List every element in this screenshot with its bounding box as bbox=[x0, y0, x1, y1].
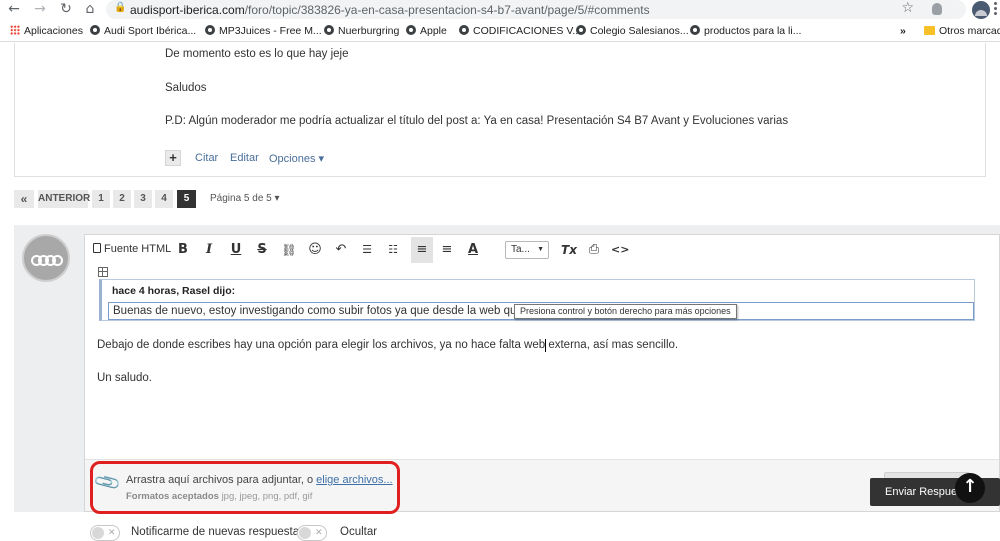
reply-editor: Fuente HTML B I U S ⛓ ☺ ↶ ☰ ☷ ≡ ≡ A Ta..… bbox=[84, 234, 1000, 514]
apps-grid-icon bbox=[10, 25, 20, 35]
strikethrough-button[interactable]: S bbox=[255, 242, 269, 258]
text-caret bbox=[545, 339, 546, 352]
italic-button[interactable]: I bbox=[202, 242, 216, 258]
bookmark-apps[interactable]: Aplicaciones bbox=[10, 24, 83, 38]
page-link[interactable]: 2 bbox=[113, 190, 131, 208]
address-bar[interactable]: 🔒 audisport-iberica.com/foro/topic/38382… bbox=[106, 0, 966, 19]
numbered-list-icon[interactable]: ☷ bbox=[385, 242, 401, 258]
font-size-select[interactable]: Ta... ▼ bbox=[505, 241, 549, 259]
bookmark-item[interactable]: Apple bbox=[406, 24, 447, 38]
globe-icon bbox=[406, 25, 416, 35]
globe-icon bbox=[205, 25, 215, 35]
align-left-icon[interactable]: ≡ bbox=[411, 237, 433, 263]
globe-icon bbox=[576, 25, 586, 35]
quote-link[interactable]: Citar bbox=[195, 152, 218, 164]
bookmarks-overflow-icon[interactable]: » bbox=[900, 24, 906, 38]
annotation-highlight bbox=[90, 461, 400, 514]
document-icon bbox=[93, 243, 101, 253]
hide-label: Ocultar bbox=[340, 526, 378, 538]
font-color-button[interactable]: A bbox=[465, 242, 481, 258]
reply-area: Fuente HTML B I U S ⛓ ☺ ↶ ☰ ☷ ≡ ≡ A Ta..… bbox=[14, 225, 1000, 541]
bookmark-item[interactable]: CODIFICACIONES V... bbox=[459, 24, 581, 38]
bookmark-other[interactable]: Otros marcado bbox=[924, 24, 1000, 38]
code-icon[interactable]: <> bbox=[611, 242, 629, 258]
bold-button[interactable]: B bbox=[176, 242, 190, 258]
user-avatar bbox=[22, 234, 70, 282]
scroll-to-top-button[interactable]: ↑ bbox=[955, 473, 985, 503]
home-icon[interactable]: ⌂ bbox=[82, 1, 98, 17]
globe-icon bbox=[90, 25, 100, 35]
post-text-line: Saludos bbox=[165, 82, 207, 94]
attachment-dropzone[interactable]: 📎 Arrastra aquí archivos para adjuntar, … bbox=[85, 459, 999, 514]
hide-toggle[interactable]: ✕ bbox=[297, 525, 327, 541]
notify-label: Notificarme de nuevas respuestas bbox=[131, 526, 305, 538]
source-html-button[interactable]: Fuente HTML bbox=[93, 243, 171, 255]
globe-icon bbox=[324, 25, 334, 35]
forward-icon[interactable]: → bbox=[32, 1, 48, 17]
browser-menu-icon[interactable] bbox=[994, 2, 998, 16]
profile-avatar[interactable] bbox=[972, 1, 990, 19]
forum-page: De momento esto es lo que hay jeje Salud… bbox=[0, 43, 1000, 541]
bookmark-item[interactable]: Audi Sport Ibérica... bbox=[90, 24, 196, 38]
reply-text-line[interactable]: Debajo de donde escribes hay una opción … bbox=[97, 339, 678, 351]
back-icon[interactable]: ← bbox=[6, 1, 22, 17]
globe-icon bbox=[459, 25, 469, 35]
browser-toolbar: ← → ↻ ⌂ 🔒 audisport-iberica.com/foro/top… bbox=[0, 0, 1000, 20]
prev-page-button[interactable]: ANTERIOR bbox=[38, 190, 90, 208]
post-text-line: P.D: Algún moderador me podría actualiza… bbox=[165, 115, 789, 127]
remove-format-icon[interactable]: Tx bbox=[560, 242, 578, 258]
page-link[interactable]: 3 bbox=[134, 190, 152, 208]
bookmarks-bar: Aplicaciones Audi Sport Ibérica... MP3Ju… bbox=[0, 20, 1000, 42]
url-text: audisport-iberica.com/foro/topic/383826-… bbox=[130, 3, 650, 17]
bookmark-item[interactable]: Nuerburgring bbox=[324, 24, 399, 38]
preview-icon[interactable]: ⎙ bbox=[586, 242, 602, 258]
bookmark-item[interactable]: Colegio Salesianos... bbox=[576, 24, 689, 38]
first-page-button[interactable]: « bbox=[14, 190, 34, 208]
bookmark-item[interactable]: productos para la li... bbox=[690, 24, 801, 38]
emoji-icon[interactable]: ☺ bbox=[307, 242, 323, 258]
options-link[interactable]: Opciones ▾ bbox=[269, 152, 324, 165]
quote-text: Buenas de nuevo, estoy investigando como… bbox=[113, 305, 566, 317]
bookmark-item[interactable]: MP3Juices - Free M... bbox=[205, 24, 322, 38]
folder-icon bbox=[924, 26, 935, 35]
underline-button[interactable]: U bbox=[229, 242, 243, 258]
edit-link[interactable]: Editar bbox=[230, 152, 259, 164]
page-link-active[interactable]: 5 bbox=[177, 190, 196, 208]
page-link[interactable]: 1 bbox=[92, 190, 110, 208]
page-jump-dropdown[interactable]: Página 5 de 5 ▾ bbox=[210, 193, 280, 204]
page-link[interactable]: 4 bbox=[155, 190, 173, 208]
globe-icon bbox=[690, 25, 700, 35]
extension-icon[interactable] bbox=[932, 3, 942, 15]
multiquote-button[interactable]: + bbox=[165, 150, 181, 166]
move-handle-icon[interactable] bbox=[98, 267, 108, 277]
reload-icon[interactable]: ↻ bbox=[58, 1, 74, 17]
notify-toggle[interactable]: ✕ bbox=[90, 525, 120, 541]
post-text-line: De momento esto es lo que hay jeje bbox=[165, 48, 349, 60]
quote-author: hace 4 horas, Rasel dijo: bbox=[112, 285, 236, 297]
bookmark-star-icon[interactable]: ☆ bbox=[901, 0, 914, 16]
link-icon[interactable]: ⛓ bbox=[281, 242, 297, 258]
editor-toolbar: Fuente HTML B I U S ⛓ ☺ ↶ ☰ ☷ ≡ ≡ A Ta..… bbox=[85, 235, 999, 265]
post-card: De momento esto es lo que hay jeje Salud… bbox=[14, 43, 986, 177]
reply-text-line[interactable]: Un saludo. bbox=[97, 372, 152, 384]
align-center-icon[interactable]: ≡ bbox=[439, 242, 455, 258]
bulleted-list-icon[interactable]: ☰ bbox=[359, 242, 375, 258]
lock-icon: 🔒 bbox=[114, 2, 127, 13]
chevron-down-icon: ▼ bbox=[537, 246, 544, 253]
quote-icon[interactable]: ↶ bbox=[333, 242, 349, 258]
tooltip: Presiona control y botón derecho para má… bbox=[514, 304, 737, 319]
